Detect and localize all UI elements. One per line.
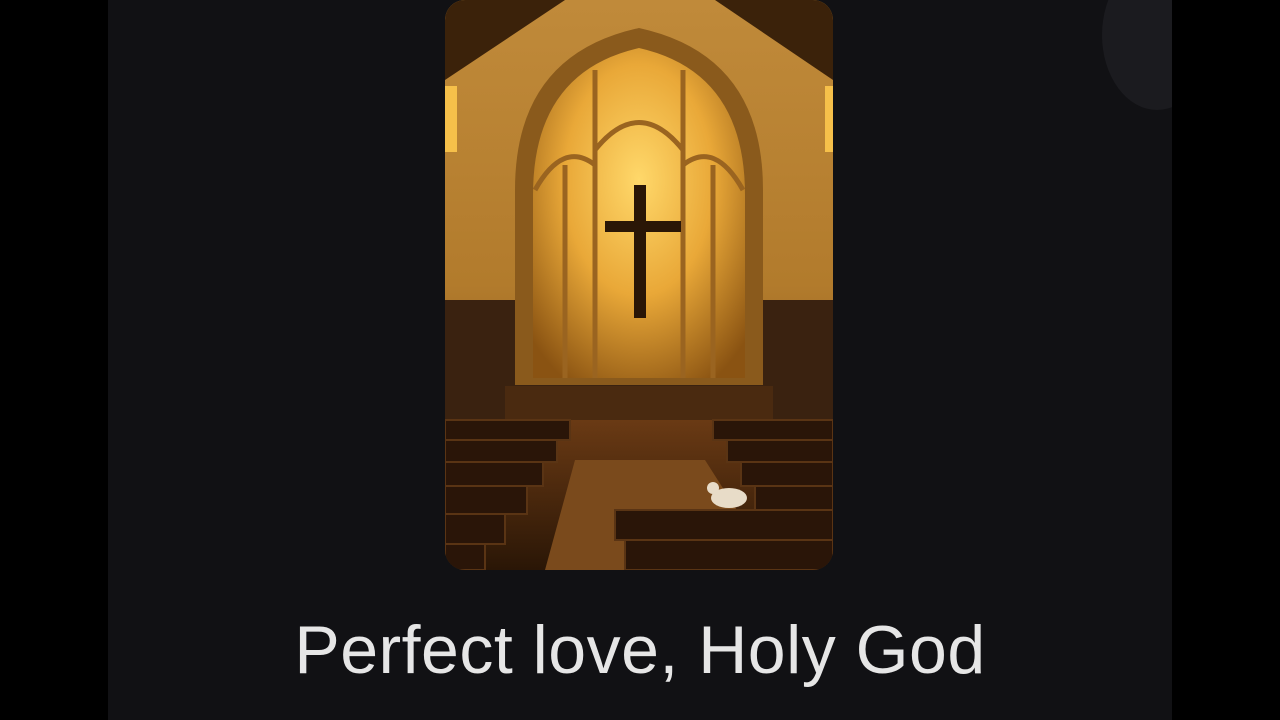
video-frame: Perfect love, Holy God — [108, 0, 1172, 720]
album-artwork — [445, 0, 833, 570]
lyric-line: Perfect love, Holy God — [294, 612, 986, 688]
church-illustration — [445, 0, 833, 570]
corner-shape — [1102, 0, 1172, 110]
letterbox-left — [0, 0, 108, 720]
letterbox-right — [1172, 0, 1280, 720]
